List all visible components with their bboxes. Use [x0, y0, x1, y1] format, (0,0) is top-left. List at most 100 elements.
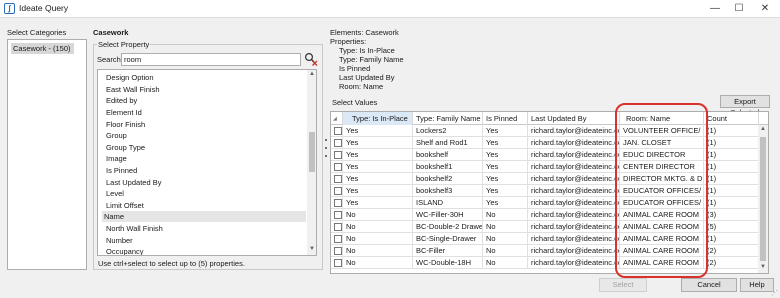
cell-last-updated-by: richard.taylor@ideateinc.com [528, 161, 620, 173]
select-property-label: Select Property [97, 40, 151, 49]
table-row[interactable]: Yes bookshelf2 Yes richard.taylor@ideate… [331, 173, 768, 185]
column-header-last-updated-by[interactable]: Last Updated By [528, 112, 620, 125]
list-item[interactable]: Last Updated By [104, 177, 304, 188]
cancel-button[interactable]: Cancel [681, 278, 737, 292]
table-row[interactable]: Yes Shelf and Rod1 Yes richard.taylor@id… [331, 137, 768, 149]
column-header-count[interactable]: Count [704, 112, 759, 125]
row-checkbox-cell[interactable] [331, 245, 343, 257]
table-row[interactable]: Yes bookshelf1 Yes richard.taylor@ideate… [331, 161, 768, 173]
row-checkbox-cell[interactable] [331, 185, 343, 197]
category-item-casework[interactable]: Casework - (150) [11, 43, 74, 54]
list-item[interactable]: Image [104, 153, 304, 164]
list-item[interactable]: Is Pinned [104, 165, 304, 176]
row-checkbox[interactable] [334, 223, 342, 231]
cell-room-name: CENTER DIRECTOR [620, 161, 704, 173]
row-checkbox-cell[interactable] [331, 173, 343, 185]
values-table-scrollbar[interactable]: ▲ ▼ [758, 125, 768, 273]
list-item[interactable]: Occupancy [104, 246, 304, 255]
cell-count: (1) [704, 185, 759, 197]
list-item[interactable]: Element Id [104, 107, 304, 118]
cell-room-name: ANIMAL CARE ROOM [620, 221, 704, 233]
summary-property: Is Pinned [339, 64, 371, 73]
row-checkbox[interactable] [334, 247, 342, 255]
cell-count: (1) [704, 197, 759, 209]
table-row[interactable]: Yes ISLAND Yes richard.taylor@ideateinc.… [331, 197, 768, 209]
list-item[interactable]: Level [104, 188, 304, 199]
list-item[interactable]: Group [104, 130, 304, 141]
row-checkbox[interactable] [334, 175, 342, 183]
table-row[interactable]: No WC-Double-18H No richard.taylor@ideat… [331, 257, 768, 269]
row-checkbox[interactable] [334, 211, 342, 219]
scrollbar-thumb[interactable] [309, 132, 315, 172]
column-header-type-is-in-place[interactable]: Type: Is In-Place [343, 112, 413, 125]
row-checkbox-cell[interactable] [331, 149, 343, 161]
list-item[interactable]: Limit Offset [104, 200, 304, 211]
list-item[interactable]: Number [104, 235, 304, 246]
row-checkbox[interactable] [334, 187, 342, 195]
property-search-input[interactable]: room [121, 53, 301, 66]
close-button[interactable]: ✕ [752, 0, 778, 18]
column-header-room-name[interactable]: Room: Name [620, 112, 704, 125]
list-item[interactable]: Design Option [104, 72, 304, 83]
export-selected-button[interactable]: Export Selected [720, 95, 770, 117]
scrollbar-thumb[interactable] [760, 137, 766, 261]
row-checkbox-cell[interactable] [331, 125, 343, 137]
minimize-button[interactable]: — [702, 0, 728, 18]
row-checkbox-cell[interactable] [331, 221, 343, 233]
row-checkbox[interactable] [334, 259, 342, 267]
select-button[interactable]: Select [599, 278, 647, 292]
table-row[interactable]: No BC-Single-Drawer No richard.taylor@id… [331, 233, 768, 245]
categories-list[interactable]: Casework - (150) [7, 39, 87, 270]
cell-is-pinned: No [483, 209, 528, 221]
list-item[interactable]: Edited by [104, 95, 304, 106]
table-row[interactable]: Yes bookshelf3 Yes richard.taylor@ideate… [331, 185, 768, 197]
row-checkbox[interactable] [334, 235, 342, 243]
row-checkbox[interactable] [334, 199, 342, 207]
scroll-down-icon[interactable]: ▼ [758, 264, 768, 270]
row-checkbox[interactable] [334, 151, 342, 159]
list-item[interactable]: East Wall Finish [104, 84, 304, 95]
splitter-grip-icon[interactable] [324, 137, 328, 159]
table-row[interactable]: Yes Lockers2 Yes richard.taylor@ideatein… [331, 125, 768, 137]
list-item[interactable]: North Wall Finish [104, 223, 304, 234]
cell-last-updated-by: richard.taylor@ideateinc.com [528, 185, 620, 197]
cell-count: (1) [704, 173, 759, 185]
table-row[interactable]: No BC-Filler No richard.taylor@ideateinc… [331, 245, 768, 257]
list-item-selected[interactable]: Name [102, 211, 306, 222]
row-checkbox-cell[interactable] [331, 137, 343, 149]
maximize-button[interactable]: ☐ [726, 0, 752, 18]
table-row[interactable]: No BC-Double-2 Drawer No richard.taylor@… [331, 221, 768, 233]
values-table[interactable]: Type: Is In-Place Type: Family Name Is P… [330, 111, 769, 274]
property-list[interactable]: Design Option East Wall Finish Edited by… [97, 69, 317, 256]
table-row[interactable]: No WC-Filler-30H No richard.taylor@ideat… [331, 209, 768, 221]
row-checkbox[interactable] [334, 127, 342, 135]
list-item[interactable]: Floor Finish [104, 119, 304, 130]
table-row[interactable]: Yes bookshelf Yes richard.taylor@ideatei… [331, 149, 768, 161]
row-checkbox-cell[interactable] [331, 161, 343, 173]
cell-room-name: EDUCATOR OFFICES/ BREAK [620, 185, 704, 197]
row-checkbox-cell[interactable] [331, 209, 343, 221]
clear-search-icon[interactable] [304, 52, 318, 66]
help-button[interactable]: Help [740, 278, 774, 292]
resize-grip-icon[interactable]: ⋰ [771, 289, 778, 297]
row-checkbox[interactable] [334, 163, 342, 171]
cell-is-in-place: Yes [343, 173, 413, 185]
cell-is-in-place: Yes [343, 185, 413, 197]
cell-is-pinned: Yes [483, 137, 528, 149]
column-header-is-pinned[interactable]: Is Pinned [483, 112, 528, 125]
list-item[interactable]: Group Type [104, 142, 304, 153]
cell-last-updated-by: richard.taylor@ideateinc.com [528, 209, 620, 221]
property-list-scrollbar[interactable]: ▲ ▼ [307, 70, 316, 255]
row-checkbox-cell[interactable] [331, 197, 343, 209]
row-checkbox[interactable] [334, 139, 342, 147]
cell-family-name: BC-Filler [413, 245, 483, 257]
row-checkbox-cell[interactable] [331, 257, 343, 269]
summary-elements: Elements: Casework [330, 28, 399, 37]
scroll-up-icon[interactable]: ▲ [758, 126, 768, 132]
cell-is-pinned: Yes [483, 197, 528, 209]
cell-room-name: ANIMAL CARE ROOM [620, 257, 704, 269]
row-checkbox-cell[interactable] [331, 233, 343, 245]
scroll-up-icon[interactable]: ▲ [307, 71, 316, 77]
scroll-down-icon[interactable]: ▼ [307, 246, 316, 252]
column-header-type-family-name[interactable]: Type: Family Name [413, 112, 483, 125]
